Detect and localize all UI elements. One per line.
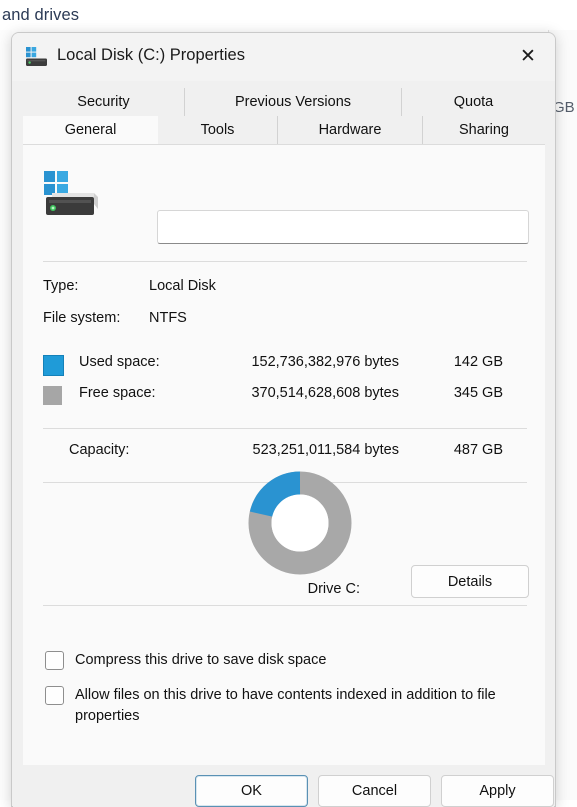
- close-icon[interactable]: ✕: [507, 37, 549, 75]
- general-tab-panel: Type: Local Disk File system: NTFS Used …: [23, 145, 545, 765]
- index-contents-row[interactable]: Allow files on this drive to have conten…: [45, 685, 525, 727]
- index-contents-checkbox[interactable]: [45, 686, 64, 705]
- used-space-bytes: 152,736,382,976 bytes: [199, 354, 399, 370]
- filesystem-label: File system:: [43, 310, 120, 326]
- tab-tools[interactable]: Tools: [158, 116, 278, 144]
- type-label: Type:: [43, 278, 78, 294]
- capacity-label: Capacity:: [69, 442, 129, 458]
- tab-row-top: Security Previous Versions Quota: [23, 88, 545, 116]
- drive-letter-label: Drive C:: [23, 581, 360, 597]
- volume-name-input[interactable]: [157, 210, 529, 244]
- hard-drive-windows-icon: [25, 47, 49, 67]
- divider-1: [43, 261, 527, 262]
- free-space-swatch: [43, 386, 62, 405]
- dialog-footer: OK Cancel Apply: [13, 767, 554, 807]
- type-value: Local Disk: [149, 278, 216, 294]
- tab-hardware[interactable]: Hardware: [278, 116, 423, 144]
- used-space-label: Used space:: [79, 354, 160, 370]
- tab-row-bottom: General Tools Hardware Sharing: [23, 116, 545, 144]
- compress-drive-row[interactable]: Compress this drive to save disk space: [45, 650, 525, 671]
- index-contents-label: Allow files on this drive to have conten…: [75, 685, 520, 727]
- dialog-titlebar: Local Disk (C:) Properties ✕: [12, 33, 555, 81]
- free-space-label: Free space:: [79, 385, 156, 401]
- apply-button[interactable]: Apply: [441, 775, 554, 807]
- background-heading: and drives: [2, 6, 79, 25]
- disk-usage-donut-chart: [240, 470, 360, 576]
- free-space-bytes: 370,514,628,608 bytes: [199, 385, 399, 401]
- tab-previous-versions[interactable]: Previous Versions: [185, 88, 402, 116]
- compress-drive-checkbox[interactable]: [45, 651, 64, 670]
- tab-sharing[interactable]: Sharing: [423, 116, 545, 144]
- divider-2: [43, 428, 527, 429]
- free-space-gb: 345 GB: [423, 385, 503, 401]
- background-size-label: GB: [553, 99, 575, 116]
- capacity-bytes: 523,251,011,584 bytes: [199, 442, 399, 458]
- compress-drive-label: Compress this drive to save disk space: [75, 650, 326, 671]
- cancel-button[interactable]: Cancel: [318, 775, 431, 807]
- divider-4: [43, 605, 527, 606]
- tab-strip: Security Previous Versions Quota General…: [23, 88, 545, 145]
- tab-general[interactable]: General: [23, 116, 158, 144]
- dialog-title: Local Disk (C:) Properties: [57, 46, 245, 65]
- drive-icon: [42, 171, 100, 219]
- tab-security[interactable]: Security: [23, 88, 185, 116]
- tab-quota[interactable]: Quota: [402, 88, 545, 116]
- used-space-swatch: [43, 355, 64, 376]
- ok-button[interactable]: OK: [195, 775, 308, 807]
- details-button[interactable]: Details: [411, 565, 529, 598]
- filesystem-value: NTFS: [149, 310, 187, 326]
- properties-dialog: Local Disk (C:) Properties ✕ Security Pr…: [11, 32, 556, 807]
- capacity-gb: 487 GB: [423, 442, 503, 458]
- used-space-gb: 142 GB: [423, 354, 503, 370]
